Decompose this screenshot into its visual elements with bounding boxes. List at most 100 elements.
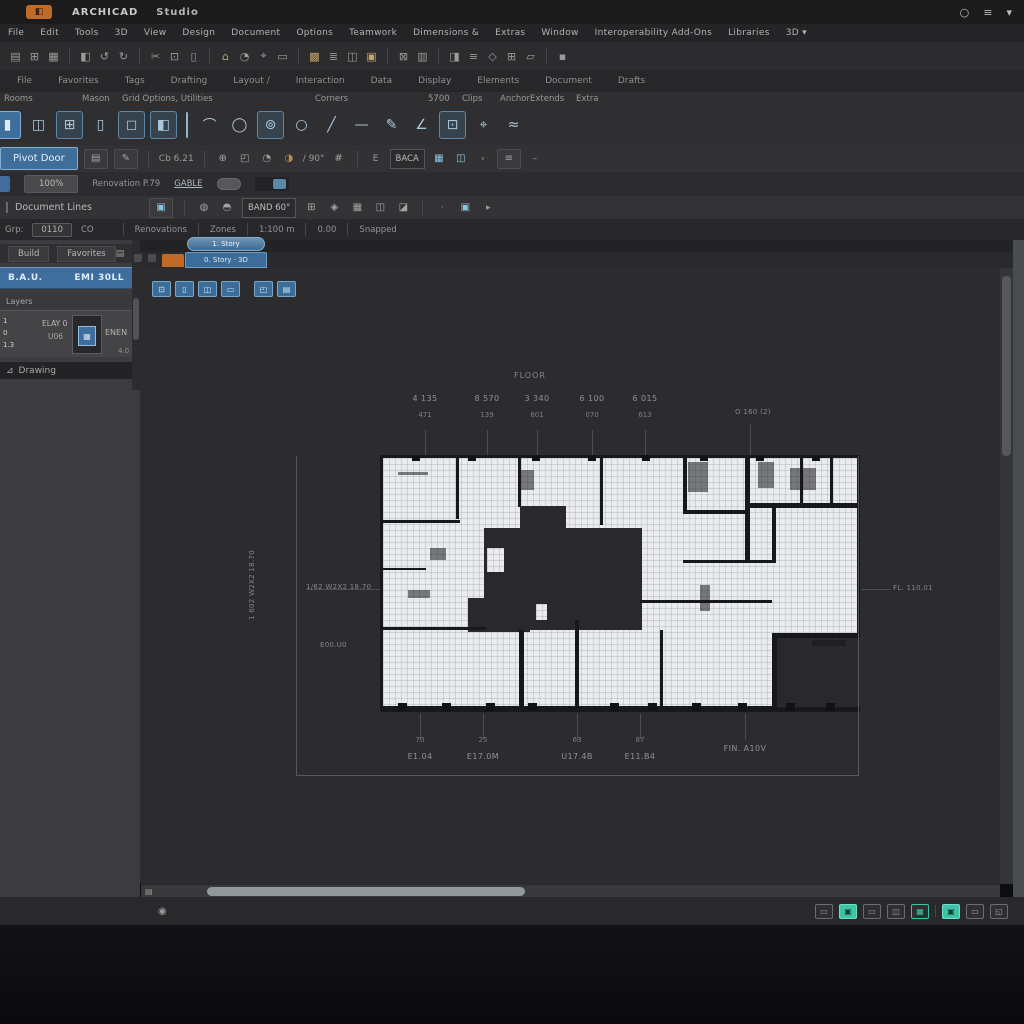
toolbar-name[interactable]: Layout / [220, 76, 283, 86]
mirror-icon[interactable]: ◫ [453, 150, 469, 168]
sidebar-tab-favorites[interactable]: Favorites [57, 246, 115, 262]
mesh-tool-icon[interactable]: ≈ [501, 112, 526, 138]
info-token[interactable] [357, 151, 358, 167]
tab-nav-icon-2[interactable] [148, 254, 156, 262]
panel-icon[interactable]: ◫ [372, 199, 388, 217]
menu-item[interactable]: Window [533, 28, 586, 38]
toolbar-name[interactable]: Drafts [605, 76, 658, 86]
columns-icon[interactable]: ▥ [413, 47, 432, 65]
close-view-icon[interactable]: ⊠ [394, 47, 413, 65]
tray-icon-8[interactable]: ◱ [990, 904, 1008, 919]
toolbar-icon[interactable] [438, 48, 439, 64]
door-tool-icon[interactable]: ◫ [26, 112, 51, 138]
oval-button[interactable] [217, 178, 241, 190]
rotate-icon[interactable]: ◔ [235, 47, 254, 65]
toolbar-name[interactable]: Tags [112, 76, 158, 86]
sidebar-tab-build[interactable]: Build [8, 246, 49, 262]
detail-tool-icon[interactable]: ⊡ [439, 111, 466, 139]
hatch2-icon[interactable]: ▦ [349, 199, 365, 217]
collapse-icon[interactable]: – [527, 150, 543, 168]
sidebar-scroll-thumb[interactable] [133, 298, 139, 340]
menu-item[interactable]: Interoperability Add-Ons [587, 28, 720, 38]
grid-icon[interactable]: ▩ [305, 47, 324, 65]
orient-button[interactable]: ◰ [254, 281, 273, 297]
mini-icon[interactable]: ▪ [553, 47, 572, 65]
list-icon[interactable]: ≡ [464, 47, 483, 65]
new-file-icon[interactable]: ▤ [6, 47, 25, 65]
zoom-level-button[interactable]: 100% [24, 175, 78, 193]
menu-item[interactable]: File [0, 28, 32, 38]
floating-tab-preview[interactable]: 1. Story [187, 237, 265, 251]
text-tool-icon[interactable]: ✎ [379, 112, 404, 138]
page-icon[interactable]: ▤ [145, 887, 153, 896]
favorites-icon[interactable]: ◇ [483, 47, 502, 65]
menu-item[interactable]: Dimensions & [405, 28, 487, 38]
quick-view-button[interactable] [244, 281, 250, 295]
toolbar-name[interactable]: Data [358, 76, 406, 86]
project-tab[interactable] [162, 254, 184, 267]
doc-blue-icon[interactable]: ▣ [149, 198, 173, 218]
layer-combo[interactable]: BACA [390, 149, 425, 169]
redo-icon[interactable]: ↻ [114, 47, 133, 65]
layers-icon[interactable]: ≣ [324, 47, 343, 65]
tray-icon-7[interactable]: ▭ [966, 904, 984, 919]
angle-icon[interactable]: ◔ [259, 150, 275, 168]
open-icon[interactable]: ⊞ [25, 47, 44, 65]
toolbar-icon[interactable] [298, 48, 299, 64]
zoom-box-button[interactable]: ▭ [221, 281, 240, 297]
toolbar-icon[interactable] [546, 48, 547, 64]
toolbar-icon[interactable] [139, 48, 140, 64]
expand-caret-icon[interactable]: › [475, 150, 491, 168]
toolbar-name[interactable]: File [4, 76, 45, 86]
toolbar-name[interactable]: Drafting [158, 76, 221, 86]
diamond-icon[interactable]: ◈ [326, 199, 342, 217]
elevation-label[interactable]: E [368, 150, 384, 168]
add-view-icon[interactable]: ⊞ [502, 47, 521, 65]
copy-icon[interactable]: ⊡ [165, 47, 184, 65]
document-token[interactable] [422, 200, 423, 216]
split-button[interactable]: ◫ [198, 281, 217, 297]
pick-icon[interactable]: ⌖ [254, 47, 273, 65]
tray-icon-3[interactable]: ▭ [863, 904, 881, 919]
tray-icon[interactable] [935, 905, 936, 917]
save-icon[interactable]: ▦ [44, 47, 63, 65]
dimension-tool-icon[interactable]: ∠ [409, 112, 434, 138]
element-preview-thumbnail[interactable]: ▦ [72, 315, 102, 354]
menu-item[interactable]: Options [288, 28, 341, 38]
toolbar-name[interactable]: Interaction [283, 76, 358, 86]
spline-tool-icon[interactable]: ⊚ [257, 111, 284, 139]
toolbar-name[interactable]: Display [405, 76, 464, 86]
toggle-switch[interactable] [255, 177, 289, 191]
column-tool-icon[interactable]: ▯ [88, 112, 113, 138]
menu-item[interactable]: Teamwork [341, 28, 405, 38]
wall-tool-icon[interactable]: ▮ [0, 111, 21, 139]
menu-item[interactable]: 3D ▾ [778, 28, 815, 38]
menu-item[interactable]: Edit [32, 28, 67, 38]
tray-icon-2[interactable]: ▣ [839, 904, 857, 919]
sidebar-selected-row[interactable]: B.A.U. EMI 30LL [0, 267, 132, 289]
status-field[interactable]: 1:100 m [247, 223, 305, 236]
toolbar-name[interactable]: Document [532, 76, 605, 86]
menu-item[interactable]: Extras [487, 28, 533, 38]
dot-label[interactable]: · [434, 199, 450, 217]
zone-icon[interactable]: ▣ [362, 47, 381, 65]
cut-icon[interactable]: ✂ [146, 47, 165, 65]
coordinate-readout[interactable]: Cb 6.21 [159, 150, 194, 168]
layout-icon[interactable]: ▱ [521, 47, 540, 65]
group-value-box[interactable]: 0110 [32, 223, 72, 237]
toolbar-icon[interactable] [209, 48, 210, 64]
tray-icon-1[interactable]: ▭ [815, 904, 833, 919]
blue-box-icon[interactable]: ▣ [457, 199, 473, 217]
sidebar-drawing-row[interactable]: ⊿ Drawing [0, 362, 140, 379]
active-view-tab[interactable]: 0. Story · 3D [185, 252, 267, 268]
polyline-tool-icon[interactable]: — [349, 112, 374, 138]
menu-item[interactable]: Libraries [720, 28, 778, 38]
sidebar-section-header[interactable]: Layers [0, 295, 132, 308]
tray-icon-6[interactable]: ▣ [942, 904, 960, 919]
status-field[interactable]: Renovations [123, 223, 198, 236]
info-token[interactable] [148, 151, 149, 167]
gable-link[interactable]: GABLE [174, 179, 202, 189]
toolbar-icon[interactable] [69, 48, 70, 64]
more-icon[interactable]: ▾ [1006, 6, 1012, 19]
minimize-icon[interactable]: ○ [960, 6, 970, 19]
